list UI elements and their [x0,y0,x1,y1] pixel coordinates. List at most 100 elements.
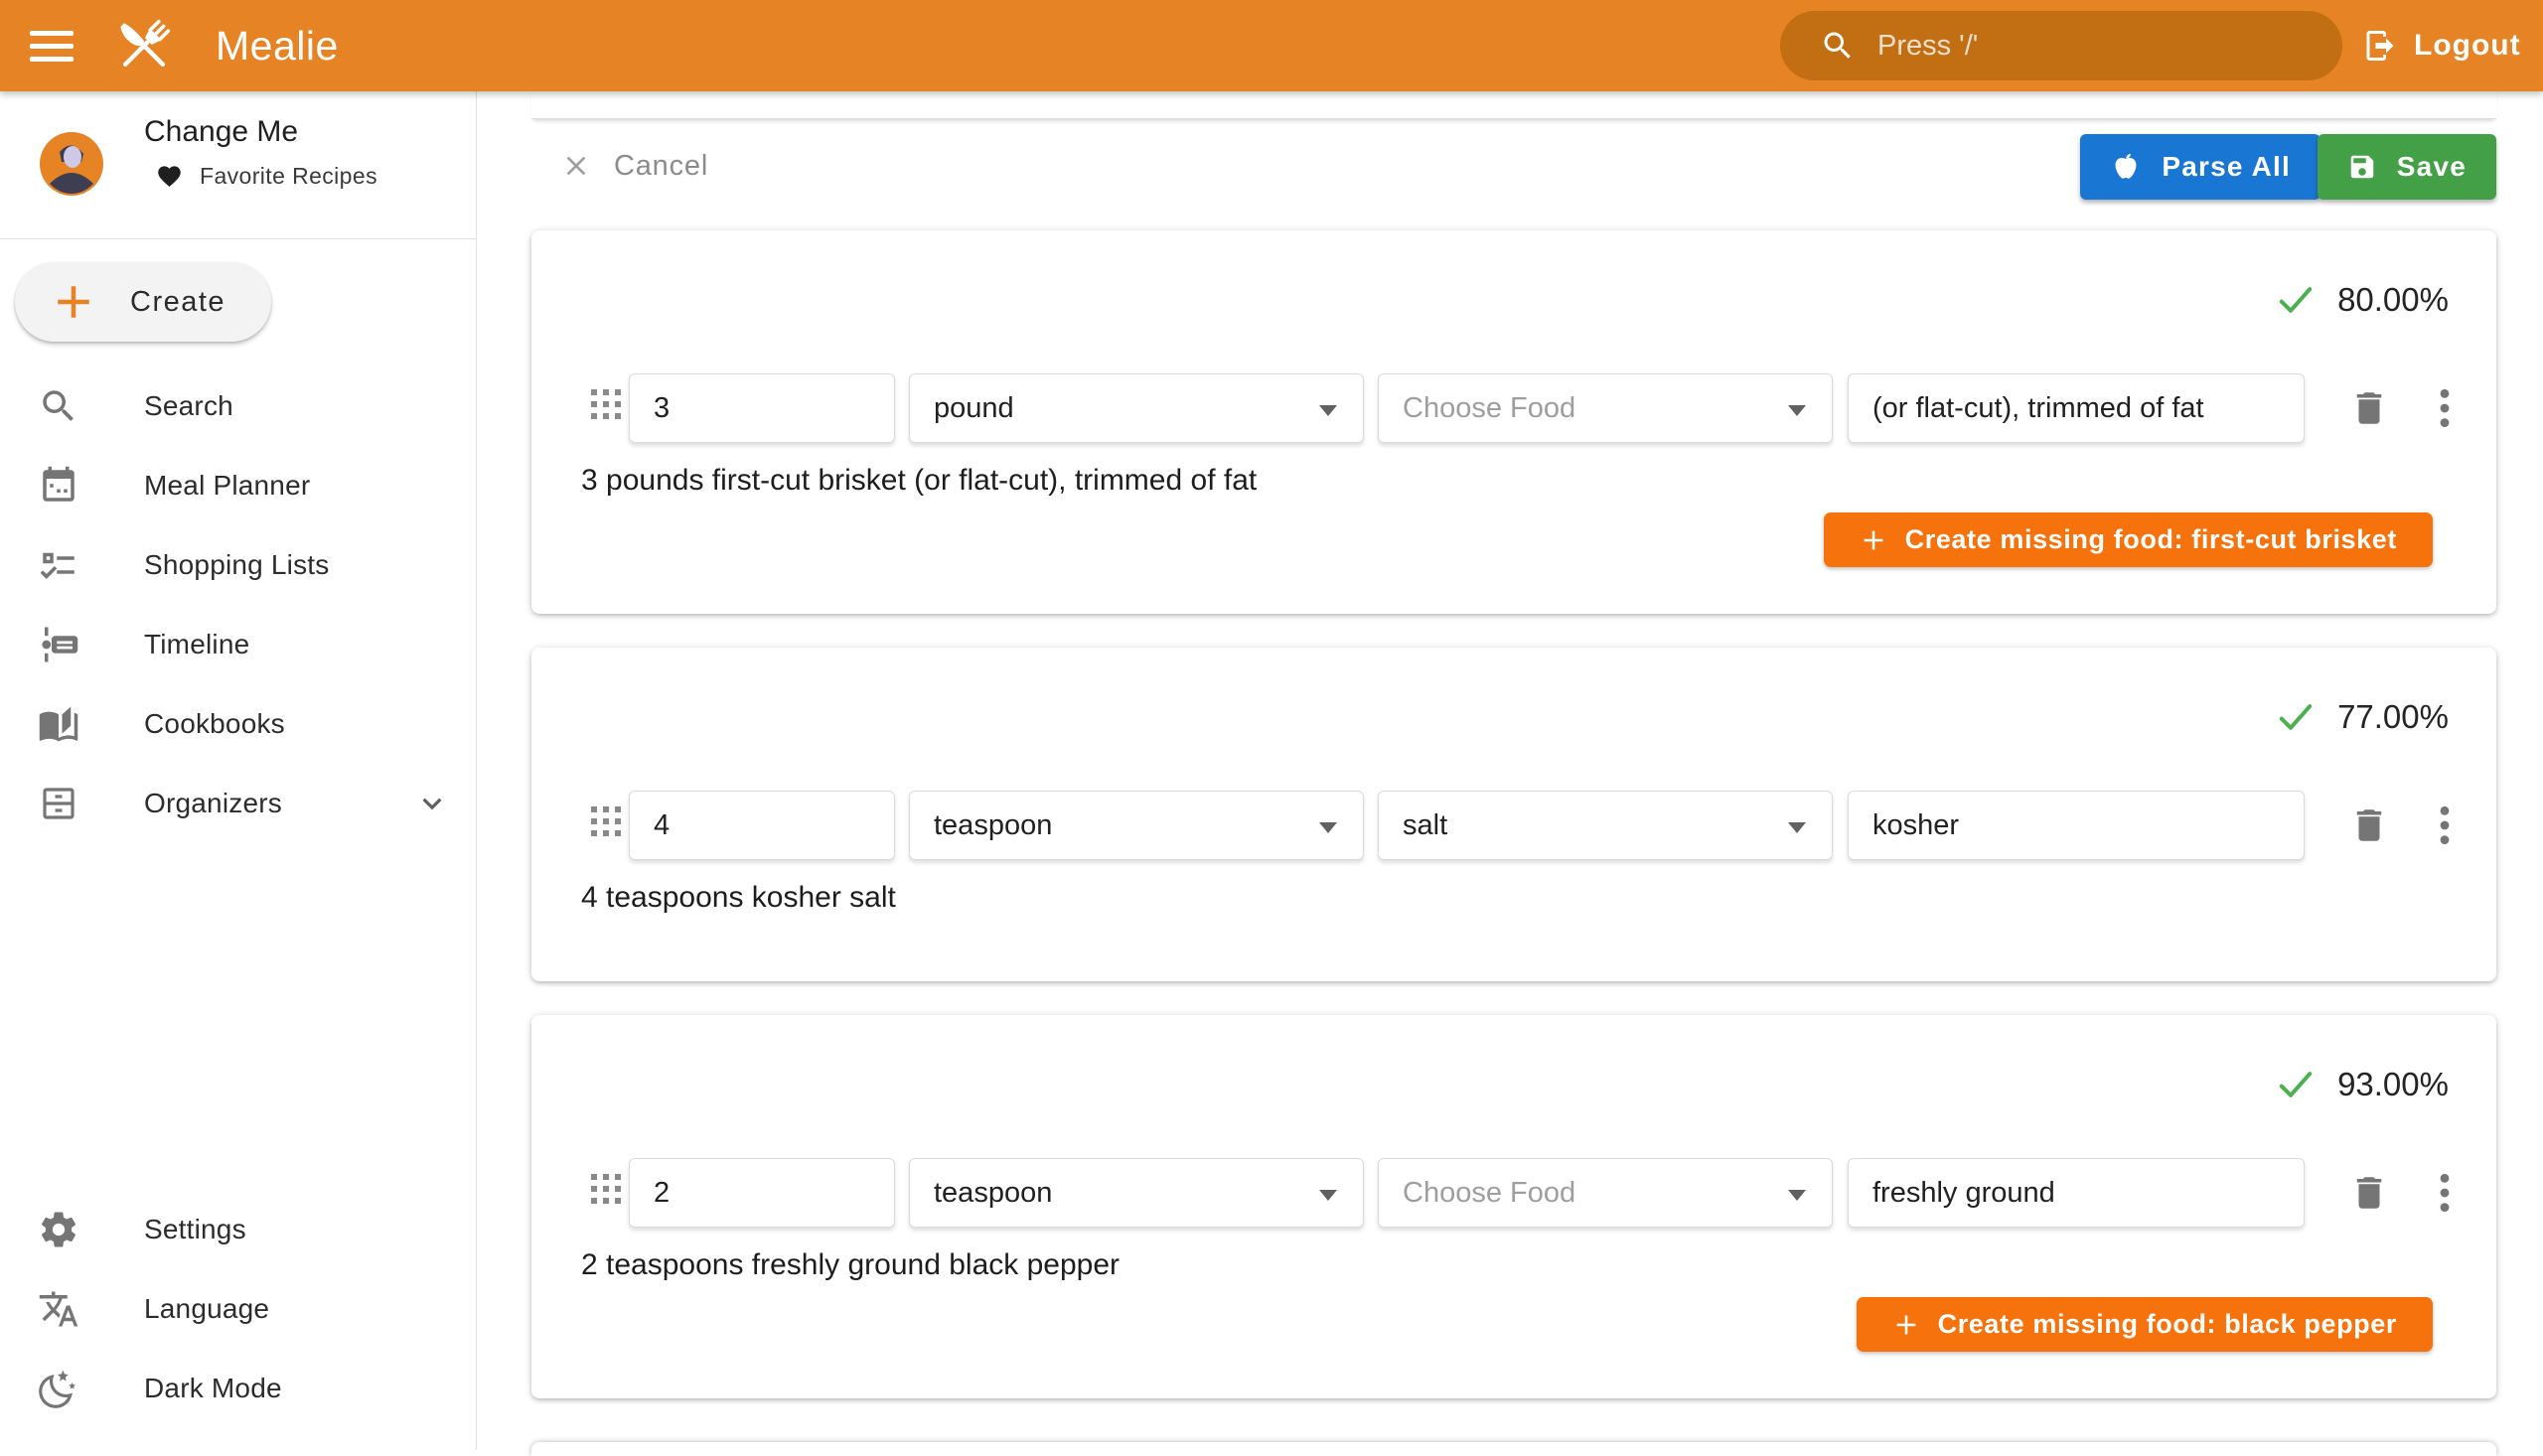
create-label: Create [130,286,225,319]
sidebar-divider [0,238,477,239]
ingredient-fields-row [531,373,2496,443]
unit-select[interactable] [909,1158,1364,1228]
plus-icon [53,281,94,323]
unit-input[interactable] [910,792,1363,859]
kebab-icon [2436,386,2454,430]
main-content: Cancel Parse All Save 80.00% [477,91,2543,1450]
kebab-icon [2436,803,2454,847]
confidence-row: 93.00% [531,1015,2496,1105]
search-input[interactable] [1877,11,2342,80]
user-name: Change Me [144,115,298,149]
confidence-value: 77.00% [2337,698,2449,736]
ingredient-fields-row [531,1158,2496,1228]
unit-select[interactable] [909,373,1364,443]
unit-input[interactable] [910,374,1363,442]
quantity-input[interactable] [630,792,894,859]
cancel-button[interactable]: Cancel [560,144,708,188]
note-input[interactable] [1849,792,2304,859]
food-input[interactable] [1379,1159,1832,1227]
delete-ingredient-button[interactable] [2347,801,2391,849]
magnify-icon [38,385,79,427]
quantity-input[interactable] [630,1159,894,1227]
mealie-logo-icon [111,13,177,83]
note-field [1848,1158,2305,1228]
more-options-button[interactable] [2434,1169,2456,1217]
search-icon [1820,28,1856,64]
favorite-recipes-link[interactable]: Favorite Recipes [156,163,377,190]
close-icon [560,150,592,182]
avatar[interactable] [40,132,103,201]
confidence-value: 93.00% [2337,1066,2449,1103]
ingredient-fields-row [531,791,2496,860]
sidebar-item-shopping-lists[interactable]: Shopping Lists [0,525,477,605]
save-label: Save [2397,151,2467,183]
menu-icon[interactable] [30,24,81,68]
food-select[interactable] [1378,1158,1833,1228]
sidebar-item-search[interactable]: Search [0,366,477,446]
unit-select[interactable] [909,791,1364,860]
trash-icon [2348,387,2390,429]
sidebar-item-organizers[interactable]: Organizers [0,764,477,843]
next-card-top-edge [531,1442,2496,1456]
drag-handle-icon[interactable] [591,1174,619,1212]
sidebar-item-timeline[interactable]: Timeline [0,605,477,684]
cabinet-icon [38,783,79,824]
delete-ingredient-button[interactable] [2347,384,2391,432]
more-options-button[interactable] [2434,384,2456,432]
logout-button[interactable]: Logout [2362,0,2521,91]
sidebar-item-cookbooks[interactable]: Cookbooks [0,684,477,764]
check-icon [2276,697,2316,737]
sidebar-item-label: Timeline [144,629,249,660]
drag-handle-icon[interactable] [591,389,619,427]
sidebar-item-meal-planner[interactable]: Meal Planner [0,446,477,525]
app-header: Mealie Logout [0,0,2543,91]
kebab-icon [2436,1171,2454,1215]
app-title: Mealie [216,0,339,91]
trash-icon [2348,804,2390,846]
parse-all-label: Parse All [2162,151,2291,183]
ingredient-card-list: 80.00% [531,230,2496,1456]
sidebar-item-dark-mode[interactable]: Dark Mode [0,1349,477,1428]
check-icon [2276,280,2316,320]
save-button[interactable]: Save [2318,134,2496,200]
food-select[interactable] [1378,791,1833,860]
global-search[interactable] [1780,11,2342,80]
sidebar-item-label: Settings [144,1214,246,1245]
sidebar-item-language[interactable]: Language [0,1269,477,1349]
note-input[interactable] [1849,374,2304,442]
unit-input[interactable] [910,1159,1363,1227]
sidebar-item-label: Organizers [144,788,282,819]
original-ingredient-text: 2 teaspoons freshly ground black pepper [531,1247,2496,1283]
food-input[interactable] [1379,374,1832,442]
plus-icon [1892,1311,1920,1339]
confidence-row: 77.00% [531,648,2496,738]
note-input[interactable] [1849,1159,2304,1227]
note-field [1848,791,2305,860]
save-icon [2347,152,2377,182]
logout-label: Logout [2414,29,2521,63]
quantity-input[interactable] [630,374,894,442]
open-book-icon [38,703,79,745]
ingredient-card: 80.00% [531,230,2496,614]
delete-ingredient-button[interactable] [2347,1169,2391,1217]
heart-icon [156,163,183,190]
apple-icon [2110,151,2142,183]
translate-icon [38,1288,79,1330]
create-missing-food-button[interactable]: Create missing food: first-cut brisket [1824,512,2433,567]
more-options-button[interactable] [2434,801,2456,849]
note-field [1848,373,2305,443]
food-input[interactable] [1379,792,1832,859]
logout-icon [2362,28,2398,64]
create-button[interactable]: Create [15,262,271,342]
food-select[interactable] [1378,373,1833,443]
sidebar-item-label: Search [144,390,233,422]
cancel-label: Cancel [614,150,708,183]
create-missing-food-button[interactable]: Create missing food: black pepper [1857,1297,2433,1352]
drag-handle-icon[interactable] [591,806,619,844]
check-icon [2276,1065,2316,1104]
create-missing-food-label: Create missing food: black pepper [1938,1309,2397,1340]
original-ingredient-text: 4 teaspoons kosher salt [531,880,2496,916]
parse-all-button[interactable]: Parse All [2080,134,2320,200]
calendar-icon [38,465,79,507]
sidebar-item-settings[interactable]: Settings [0,1190,477,1269]
